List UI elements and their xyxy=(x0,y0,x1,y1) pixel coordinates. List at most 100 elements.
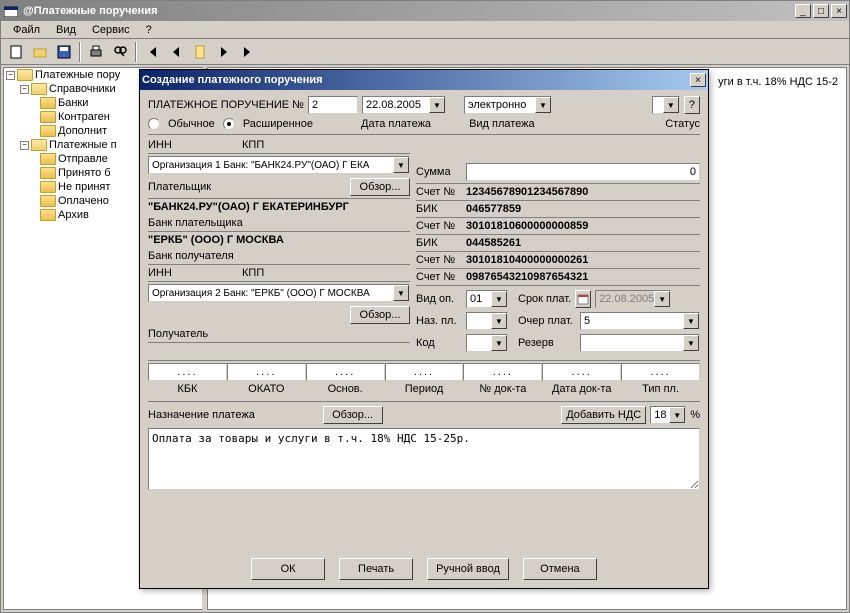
tree-label: Архив xyxy=(58,209,89,221)
menu-service[interactable]: Сервис xyxy=(84,22,138,38)
close-button[interactable]: × xyxy=(831,4,847,18)
first-icon[interactable] xyxy=(141,41,163,63)
radio-extended[interactable] xyxy=(223,118,235,130)
maximize-button[interactable]: □ xyxy=(813,4,829,18)
prev-icon[interactable] xyxy=(165,41,187,63)
srok-select[interactable]: 22.08.2005▼ xyxy=(595,290,671,308)
ok-button[interactable]: ОК xyxy=(251,558,325,580)
dropdown-icon[interactable]: ▼ xyxy=(683,313,699,329)
browse-payer-button[interactable]: Обзор... xyxy=(350,178,410,196)
amount-input[interactable] xyxy=(466,163,700,181)
date-select[interactable]: 22.08.2005 ▼ xyxy=(362,96,446,114)
minus-icon[interactable]: − xyxy=(20,141,29,150)
kod-select[interactable]: ▼ xyxy=(466,334,508,352)
okato-cell[interactable]: .... xyxy=(227,363,306,381)
browse-purpose-button[interactable]: Обзор... xyxy=(323,406,383,424)
status-select[interactable]: ▼ xyxy=(652,96,680,114)
dropdown-icon[interactable]: ▼ xyxy=(393,285,409,301)
dropdown-icon[interactable]: ▼ xyxy=(491,291,507,307)
vidop-select[interactable]: 01 ▼ xyxy=(466,290,508,308)
tree-root-label: Платежные пору xyxy=(35,69,120,81)
vidop-value: 01 xyxy=(470,293,482,305)
minus-icon[interactable]: − xyxy=(20,85,29,94)
bik-receiver: 044585261 xyxy=(466,237,521,249)
org1-select[interactable]: Организация 1 Банк: "БАНК24.РУ"(ОАО) Г Е… xyxy=(148,156,410,174)
number-input[interactable] xyxy=(308,96,358,114)
cancel-button[interactable]: Отмена xyxy=(523,558,597,580)
folder-icon xyxy=(40,153,56,165)
new-icon[interactable] xyxy=(5,41,27,63)
print-icon[interactable] xyxy=(85,41,107,63)
kod-label: Код xyxy=(416,337,462,349)
dropdown-icon[interactable]: ▼ xyxy=(535,97,551,113)
dialog-body: ПЛАТЕЖНОЕ ПОРУЧЕНИЕ № 22.08.2005 ▼ элект… xyxy=(140,90,708,499)
help-button[interactable]: ? xyxy=(684,96,700,114)
status-label: Статус xyxy=(665,118,700,130)
manual-button[interactable]: Ручной ввод xyxy=(427,558,509,580)
tree-label: Не принят xyxy=(58,181,110,193)
acc-label: Счет № xyxy=(416,254,466,266)
dropdown-icon[interactable]: ▼ xyxy=(663,97,679,113)
save-icon[interactable] xyxy=(53,41,75,63)
ddate-label: Дата док-та xyxy=(552,383,611,395)
calendar-button[interactable] xyxy=(575,290,591,308)
folder-open-icon xyxy=(31,83,47,95)
dropdown-icon[interactable]: ▼ xyxy=(491,335,507,351)
minus-icon[interactable]: − xyxy=(6,71,15,80)
dropdown-icon[interactable]: ▼ xyxy=(654,291,670,307)
rezerv-select[interactable]: ▼ xyxy=(580,334,700,352)
dropdown-icon[interactable]: ▼ xyxy=(393,157,409,173)
folder-icon xyxy=(40,181,56,193)
vat-select[interactable]: 18▼ xyxy=(650,406,686,424)
print-button[interactable]: Печать xyxy=(339,558,413,580)
minimize-button[interactable]: _ xyxy=(795,4,811,18)
ocher-label: Очер плат. xyxy=(518,315,576,327)
dialog-close-button[interactable]: × xyxy=(690,73,706,87)
ddate-cell[interactable]: .... xyxy=(542,363,621,381)
percent-icon: % xyxy=(690,409,700,421)
radio-extended-label: Расширенное xyxy=(243,118,313,130)
dropdown-icon[interactable]: ▼ xyxy=(669,407,685,423)
type-label: Тип пл. xyxy=(642,383,679,395)
purpose-textarea[interactable] xyxy=(148,428,700,490)
radio-standard[interactable] xyxy=(148,118,160,130)
dropdown-icon[interactable]: ▼ xyxy=(491,313,507,329)
app-icon xyxy=(3,3,19,19)
folder-open-icon xyxy=(31,139,47,151)
dropdown-icon[interactable]: ▼ xyxy=(683,335,699,351)
add-vat-button[interactable]: Добавить НДС xyxy=(561,406,646,424)
find-icon[interactable] xyxy=(109,41,131,63)
menu-view[interactable]: Вид xyxy=(48,22,84,38)
last-icon[interactable] xyxy=(237,41,259,63)
receiver-label: Получатель xyxy=(148,328,208,340)
type-cell[interactable]: .... xyxy=(621,363,700,381)
purpose-label: Назначение платежа xyxy=(148,409,319,421)
acc-label: Счет № xyxy=(416,220,466,232)
period-cell[interactable]: .... xyxy=(385,363,464,381)
open-icon[interactable] xyxy=(29,41,51,63)
browse-receiver-button[interactable]: Обзор... xyxy=(350,306,410,324)
org2-select[interactable]: Организация 2 Банк: "ЕРКБ" (ООО) Г МОСКВ… xyxy=(148,284,410,302)
edit-icon[interactable] xyxy=(189,41,211,63)
next-icon[interactable] xyxy=(213,41,235,63)
osnov-cell[interactable]: .... xyxy=(306,363,385,381)
org1-value: Организация 1 Банк: "БАНК24.РУ"(ОАО) Г Е… xyxy=(152,160,369,171)
ocher-value: 5 xyxy=(584,315,590,327)
nazpl-select[interactable]: ▼ xyxy=(466,312,508,330)
dropdown-icon[interactable]: ▼ xyxy=(429,97,445,113)
srok-label: Срок плат. xyxy=(518,293,571,305)
menu-help[interactable]: ? xyxy=(138,22,160,38)
payer-label: Плательщик xyxy=(148,181,346,193)
ndoc-cell[interactable]: .... xyxy=(463,363,542,381)
ocher-select[interactable]: 5▼ xyxy=(580,312,700,330)
payer-bank-label: Банк плательщика xyxy=(148,217,243,229)
vidop-label: Вид оп. xyxy=(416,293,462,305)
inn2-label: ИНН xyxy=(148,267,238,279)
radio-standard-label: Обычное xyxy=(168,118,215,130)
acc-receiverbank: 30101810400000000261 xyxy=(466,254,588,266)
date-value: 22.08.2005 xyxy=(366,99,421,111)
menu-file[interactable]: Файл xyxy=(5,22,48,38)
tree-label: Дополнит xyxy=(58,125,107,137)
kbk-cell[interactable]: .... xyxy=(148,363,227,381)
payment-type-select[interactable]: электронно ▼ xyxy=(464,96,552,114)
